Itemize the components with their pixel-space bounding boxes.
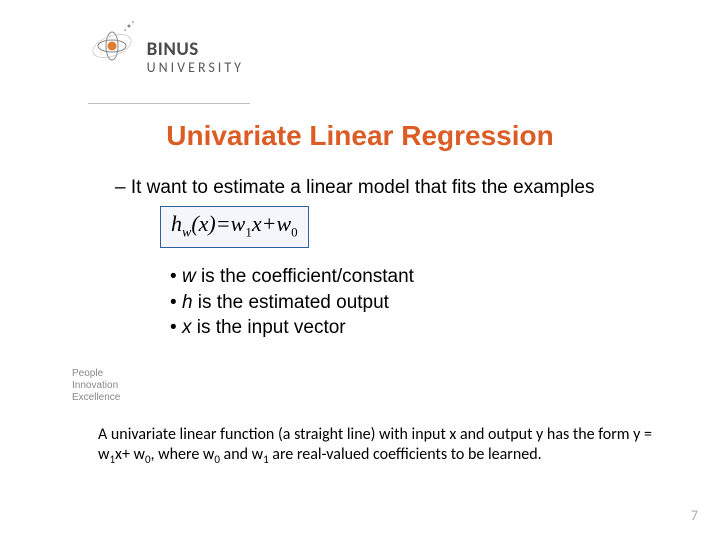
bullet-1-text: is the coefficient/constant [196, 266, 414, 287]
logo-underline [88, 103, 250, 104]
bullet-1: w is the coefficient/constant [170, 264, 414, 290]
bullet-1-var: w [182, 266, 196, 287]
bullet-2-var: h [182, 292, 193, 313]
formula-plus: + [262, 211, 277, 236]
bullet-3-text: is the input vector [191, 317, 345, 338]
bullet-2-text: is the estimated output [193, 292, 389, 313]
summary-paragraph: A univariate linear function (a straight… [98, 425, 652, 467]
summary-l2b: x+ w [115, 445, 145, 464]
tagline-1: People [72, 368, 120, 380]
globe-icon [85, 10, 139, 73]
logo-brand: BINUS [147, 38, 244, 61]
binus-logo: BINUS UNIVERSITY [85, 10, 245, 100]
bullet-3: x is the input vector [170, 315, 414, 341]
summary-l2e: are real-valued coefficients to be learn… [269, 445, 542, 464]
summary-l2d: and w [220, 445, 263, 464]
intro-line: – It want to estimate a linear model tha… [115, 177, 594, 199]
logo-text: BINUS UNIVERSITY [147, 38, 244, 76]
formula-box: hw(x)=w1x+w0 [160, 206, 309, 248]
bullet-2: h is the estimated output [170, 290, 414, 316]
formula-sub0: 0 [291, 224, 298, 239]
tagline-3: Excellence [72, 392, 120, 404]
slide-title: Univariate Linear Regression [0, 120, 720, 152]
logo-subtitle: UNIVERSITY [147, 59, 244, 76]
page-number: 7 [691, 507, 698, 524]
formula-eq: = [216, 211, 231, 236]
formula-w1: w [231, 211, 246, 236]
tagline-2: Innovation [72, 380, 120, 392]
footer-tagline: People Innovation Excellence [72, 368, 120, 404]
bullet-3-var: x [182, 317, 192, 338]
formula-w0: w [276, 211, 291, 236]
bullet-list: w is the coefficient/constant h is the e… [170, 264, 414, 341]
formula-sub-w: w [182, 225, 191, 240]
formula-h: h [171, 211, 182, 236]
formula-x-arg: (x) [191, 211, 215, 236]
summary-l2c: , where w [151, 445, 215, 464]
summary-l1: A univariate linear function (a straight… [98, 425, 595, 444]
formula-x: x [252, 211, 262, 236]
